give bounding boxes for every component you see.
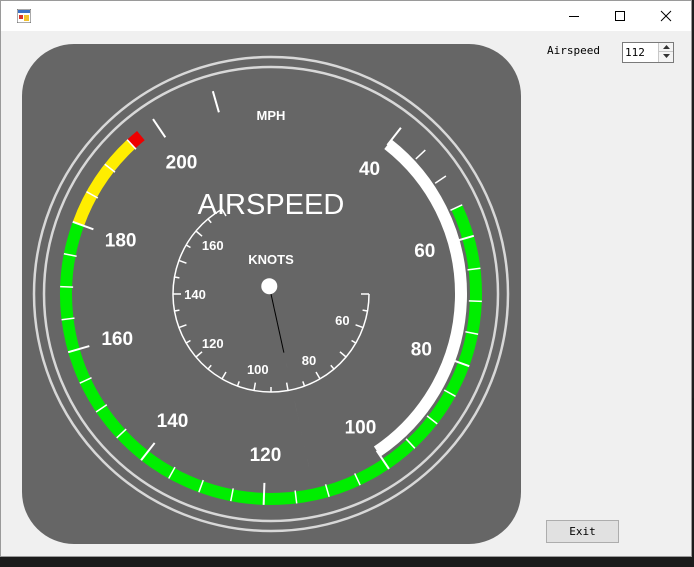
title-bar[interactable] [1, 1, 691, 31]
inner-minor-tick [174, 276, 180, 279]
exit-button[interactable]: Exit [546, 520, 619, 543]
gauge-title: AIRSPEED [198, 189, 345, 221]
outer-scale-label: 60 [414, 241, 435, 262]
inner-unit-label: KNOTS [248, 252, 294, 267]
inner-scale-label: 100 [247, 362, 269, 377]
spinner-down-button[interactable] [658, 52, 673, 62]
outer-unit-label: MPH [257, 108, 286, 123]
inner-scale-label: 120 [202, 336, 224, 351]
airspeed-input[interactable]: 112 [625, 46, 657, 60]
redline-mark [127, 130, 145, 149]
outer-scale-label: 160 [101, 329, 133, 350]
inner-minor-tick [362, 309, 368, 312]
outer-scale-label: 100 [345, 418, 377, 439]
airspeed-label: Airspeed [547, 44, 600, 57]
inner-minor-tick [174, 309, 180, 312]
close-icon [660, 10, 672, 22]
inner-scale-label: 60 [335, 313, 349, 328]
airspeed-gauge: 40 60 80 100 120 140 160 180 200 MPH AIRSPEED KN… [22, 44, 521, 544]
inner-scale-label: 80 [302, 353, 316, 368]
major-tick [262, 482, 266, 505]
outer-scale-label: 140 [157, 411, 189, 432]
minimize-icon [569, 16, 579, 17]
arrow-down-icon [663, 54, 670, 58]
outer-scale-label: 200 [166, 152, 198, 173]
outer-scale-label: 40 [359, 159, 380, 180]
maximize-icon [615, 11, 625, 21]
minimize-button[interactable] [551, 1, 597, 31]
close-button[interactable] [643, 1, 689, 31]
maximize-button[interactable] [597, 1, 643, 31]
outer-scale-label: 180 [105, 230, 137, 251]
outer-scale-label: 80 [411, 340, 432, 361]
arrow-up-icon [663, 45, 670, 49]
airspeed-spinner[interactable]: 112 [622, 42, 674, 63]
spinner-up-button[interactable] [658, 43, 673, 52]
outer-scale-label: 120 [250, 445, 282, 466]
needle-tail-cap [261, 278, 278, 295]
app-icon [17, 9, 31, 23]
inner-scale-label: 160 [202, 238, 224, 253]
inner-scale-label: 140 [184, 287, 206, 302]
